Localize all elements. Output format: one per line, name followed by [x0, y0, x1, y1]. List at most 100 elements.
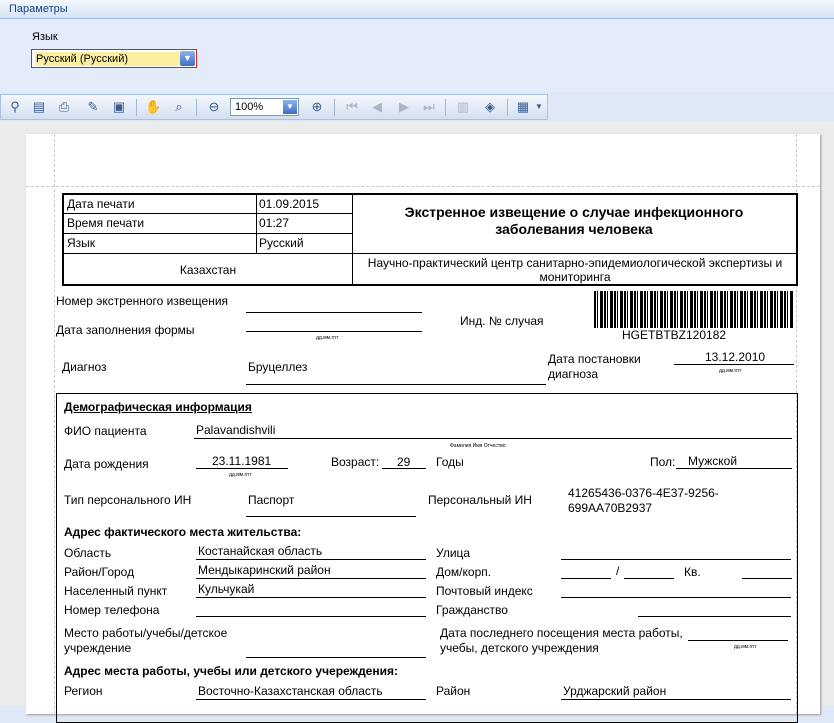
- header-language: Русский: [259, 236, 304, 250]
- date-hint: дд.мм.гггг: [734, 644, 757, 650]
- report-toolbar: ⚲ ▤ ⎙ ✎ ▣ ✋ ⌕ ⊖ 100% ▼ ⊕ ⏮ ◀ ▶ ⏭ ▥ ◈ ▦ ▼: [0, 94, 548, 120]
- fill-date-line: [246, 331, 422, 332]
- zip-label: Почтовый индекс: [436, 584, 533, 598]
- col-divider: [256, 195, 257, 253]
- work-district-line: [561, 699, 791, 700]
- chevron-down-icon[interactable]: ▼: [180, 51, 195, 66]
- street-line: [561, 559, 791, 560]
- margin-guide: [26, 186, 820, 187]
- col-divider: [352, 253, 353, 286]
- apt-label: Кв.: [684, 565, 701, 579]
- last-visit-line: [688, 640, 788, 641]
- zoom-tool-icon[interactable]: ⌕: [171, 99, 187, 115]
- zoom-select[interactable]: 100% ▼: [230, 98, 299, 116]
- report-viewer[interactable]: Дата печати 01.09.2015 Время печати 01:2…: [0, 121, 834, 723]
- header-table: Дата печати 01.09.2015 Время печати 01:2…: [62, 193, 798, 286]
- toolbar-separator: [445, 99, 446, 116]
- region: Костанайская область: [198, 544, 323, 558]
- settlement-label: Населенный пункт: [64, 584, 168, 598]
- parameters-header[interactable]: Параметры: [0, 0, 834, 19]
- settlement: Кульчукай: [198, 582, 255, 596]
- barcode-text: HGETBTBZ120182: [622, 328, 727, 342]
- sex-line: [676, 468, 792, 469]
- background-color-icon[interactable]: ◈: [482, 99, 498, 115]
- multipage-icon[interactable]: ▥: [455, 99, 471, 115]
- id-type: Паспорт: [248, 493, 295, 507]
- diagnosis-date-label: Дата постановки диагноза: [548, 352, 641, 381]
- parameters-title: Параметры: [9, 3, 68, 15]
- toolbar-separator: [507, 99, 508, 116]
- zoom-out-icon[interactable]: ⊖: [206, 99, 222, 115]
- house-line: [561, 578, 611, 579]
- district-label: Район/Город: [64, 565, 135, 579]
- settlement-line: [196, 597, 426, 598]
- address-title: Адрес фактического места жительства:: [64, 525, 302, 539]
- toolbar-separator: [334, 99, 335, 116]
- language-label: Язык: [32, 31, 58, 43]
- diagnosis: Бруцеллез: [248, 360, 308, 374]
- phone-line: [196, 616, 426, 617]
- diagnosis-date-line: [674, 364, 794, 365]
- work-district-label: Район: [436, 684, 471, 698]
- age-label: Возраст:: [331, 455, 380, 469]
- layout-icon[interactable]: ▣: [111, 99, 127, 115]
- toolbar-separator: [196, 99, 197, 116]
- age-line: [382, 468, 426, 469]
- row-divider: [64, 213, 352, 214]
- corp-line: [624, 578, 674, 579]
- binoculars-icon[interactable]: ⚲: [7, 99, 23, 115]
- zoom-value: 100%: [235, 101, 264, 113]
- zoom-in-icon[interactable]: ⊕: [309, 99, 325, 115]
- page-setup-icon[interactable]: ✎: [85, 99, 101, 115]
- last-visit-label: Дата последнего посещения места работы, …: [440, 626, 683, 655]
- barcode: [594, 291, 794, 328]
- citizenship-line: [638, 616, 791, 617]
- dob-line: [196, 468, 288, 469]
- demographics-title: Демографическая информация: [64, 400, 252, 414]
- work-region: Восточно-Казахстанская область: [198, 684, 383, 698]
- date-hint: дд.мм.гггг: [719, 368, 742, 374]
- print-time-label: Время печати: [67, 216, 145, 230]
- citizenship-label: Гражданство: [436, 603, 508, 617]
- work-district: Урджарский район: [563, 684, 667, 698]
- dob: 23.11.1981: [212, 454, 272, 468]
- print-icon[interactable]: ⎙: [56, 99, 72, 115]
- previous-page-icon[interactable]: ◀: [369, 99, 385, 115]
- first-page-icon[interactable]: ⏮: [344, 99, 360, 115]
- row-divider: [64, 253, 797, 254]
- id-type-line: [246, 516, 416, 517]
- diagnosis-label: Диагноз: [62, 360, 107, 374]
- language-select-value: Русский (Русский): [35, 52, 180, 66]
- center-name: Научно-практический центр санитарно-эпид…: [367, 256, 783, 284]
- print-date: 01.09.2015: [259, 197, 320, 211]
- print-setup-icon[interactable]: ▤: [31, 99, 47, 115]
- date-hint: дд.мм.гггг: [229, 472, 252, 478]
- header-language-label: Язык: [67, 236, 96, 250]
- phone-label: Номер телефона: [64, 603, 160, 617]
- work-line: [246, 657, 426, 658]
- export-icon[interactable]: ▦: [515, 99, 531, 115]
- language-select[interactable]: Русский (Русский) ▼: [31, 49, 197, 68]
- dob-label: Дата рождения: [64, 457, 149, 471]
- country: Казахстан: [179, 263, 237, 277]
- date-hint: дд.мм.гггг: [316, 335, 339, 341]
- report-page: Дата печати 01.09.2015 Время печати 01:2…: [26, 134, 820, 723]
- case-id-label: Инд. № случая: [460, 314, 544, 328]
- last-page-icon[interactable]: ⏭: [421, 99, 437, 115]
- diagnosis-date: 13.12.2010: [705, 350, 766, 364]
- export-dropdown-icon[interactable]: ▼: [534, 99, 544, 115]
- toolbar-separator: [136, 99, 137, 116]
- fill-date-label: Дата заполнения формы: [56, 323, 195, 337]
- print-time: 01:27: [259, 216, 290, 230]
- row-divider: [64, 233, 352, 234]
- chevron-down-icon[interactable]: ▼: [283, 100, 297, 114]
- next-page-icon[interactable]: ▶: [396, 99, 412, 115]
- house-slash: /: [616, 564, 620, 578]
- notice-number-line: [246, 312, 422, 313]
- pid: 41265436-0376-4E37-9256-699AA70B2937: [568, 486, 719, 515]
- region-label: Область: [64, 546, 112, 560]
- work-label: Место работы/учебы/детское учреждение: [64, 626, 228, 655]
- hand-tool-icon[interactable]: ✋: [145, 99, 161, 115]
- work-region-line: [196, 699, 426, 700]
- work-region-label: Регион: [64, 684, 103, 698]
